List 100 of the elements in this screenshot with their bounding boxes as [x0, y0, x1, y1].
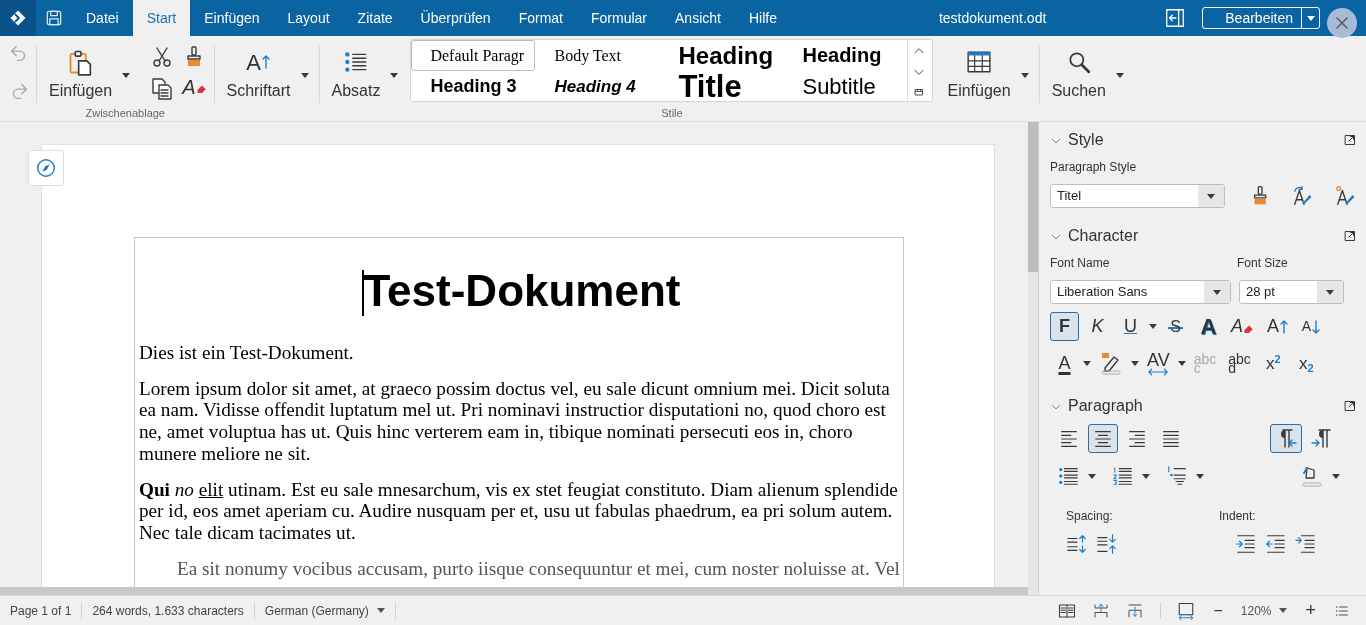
italic-button[interactable]: K [1083, 312, 1112, 341]
caret-icon[interactable] [1196, 473, 1204, 479]
increase-indent-icon[interactable] [1234, 533, 1256, 555]
field-label: Indent: [1219, 508, 1256, 525]
decrease-indent-icon[interactable] [1264, 533, 1286, 555]
superscript-button[interactable]: x$^{2}$ [1258, 349, 1288, 378]
caret-icon[interactable] [1115, 73, 1124, 79]
more-options-icon[interactable] [1344, 230, 1356, 242]
caret-icon[interactable] [122, 73, 131, 79]
horizontal-scrollbar[interactable] [0, 587, 1028, 595]
font-name-dropdown[interactable]: Liberation Sans [1050, 280, 1231, 304]
new-style-icon[interactable] [1333, 184, 1356, 208]
fit-page-icon[interactable] [1177, 601, 1196, 620]
field-label: Font Size [1237, 255, 1288, 272]
paragraph-style-dropdown[interactable]: Titel [1050, 184, 1225, 208]
search-button[interactable]: Suchen [1045, 41, 1112, 103]
grow-font-button[interactable]: A [1263, 312, 1294, 341]
left-to-right-button[interactable] [1270, 424, 1302, 453]
bold-button[interactable]: F [1050, 312, 1079, 341]
menu-tab[interactable]: Zitate [343, 0, 407, 36]
outline-list-icon[interactable] [1166, 465, 1188, 487]
font-button[interactable]: A Schriftart [220, 41, 297, 103]
menu-tab[interactable]: Einfügen [190, 0, 274, 36]
underline-button[interactable]: U [1116, 312, 1145, 341]
table-icon [966, 49, 993, 75]
highlighter-icon [1099, 352, 1123, 377]
style-preset[interactable]: Body Text [535, 40, 660, 71]
save-icon[interactable] [44, 8, 64, 28]
clear-formatting-button[interactable]: A [1227, 312, 1259, 341]
multi-page-view-icon[interactable] [1126, 601, 1145, 620]
style-preset[interactable]: Subtitle [783, 71, 908, 102]
caret-icon[interactable] [1326, 289, 1334, 295]
insert-table-button[interactable]: Einfügen [941, 41, 1017, 103]
caret-icon[interactable] [1332, 474, 1340, 480]
field-label: Paragraph Style [1050, 159, 1138, 176]
edit-mode-button[interactable]: Bearbeiten [1202, 7, 1320, 29]
character-spacing-button[interactable]: AV [1143, 349, 1174, 378]
body-paragraph: Dies ist ein Test-Dokument. [139, 342, 355, 364]
decrease-spacing-icon[interactable] [1096, 533, 1118, 555]
caret-icon[interactable] [1083, 361, 1091, 366]
text-wrap-button[interactable]: abc d [1224, 349, 1255, 378]
increase-spacing-icon[interactable] [1066, 533, 1088, 555]
caret-icon[interactable] [1306, 15, 1315, 21]
style-preset[interactable]: Heading 3 [411, 71, 536, 102]
menu-tab[interactable]: Datei [72, 0, 133, 36]
sidebar-toggle-icon[interactable] [1164, 7, 1187, 29]
menu-tab[interactable]: Ansicht [661, 0, 735, 36]
more-options-icon[interactable] [1344, 400, 1356, 412]
caret-icon[interactable] [1088, 473, 1096, 479]
paragraph-button[interactable]: Absatz [325, 41, 387, 103]
app-logo-icon[interactable] [8, 8, 28, 28]
navigator-button[interactable] [28, 150, 64, 186]
book-view-icon[interactable] [1058, 601, 1077, 620]
vertical-scrollbar[interactable] [1028, 122, 1038, 595]
style-preset[interactable]: Heading [783, 40, 908, 71]
menu-tab[interactable]: Hilfe [734, 0, 791, 36]
shrink-font-button[interactable]: A [1297, 312, 1327, 341]
caret-icon[interactable] [1020, 73, 1029, 79]
bullet-list-icon[interactable] [1058, 465, 1080, 487]
menu-tab[interactable]: Format [504, 0, 577, 36]
align-center-button[interactable] [1088, 424, 1118, 453]
menu-tab[interactable]: Layout [273, 0, 344, 36]
caret-icon[interactable] [376, 608, 385, 613]
background-fill-icon[interactable] [1300, 464, 1324, 488]
paste-button[interactable]: Einfügen [43, 41, 119, 103]
clear-formatting-button[interactable]: A [182, 77, 208, 97]
caret-icon[interactable] [1149, 324, 1157, 329]
hanging-indent-icon[interactable] [1294, 533, 1316, 555]
caret-icon[interactable] [1177, 361, 1186, 366]
font-size-dropdown[interactable]: 28 pt [1239, 280, 1344, 304]
section-title: Style [1068, 130, 1105, 150]
subscript-button[interactable]: x$_{2}$ [1291, 349, 1321, 378]
single-page-view-icon[interactable] [1092, 601, 1111, 620]
caret-icon[interactable] [1213, 289, 1221, 295]
update-style-icon[interactable] [1291, 184, 1314, 208]
caret-icon[interactable] [1142, 473, 1150, 479]
menu-tab[interactable]: Überprüfen [406, 0, 505, 36]
more-options-icon[interactable] [1344, 134, 1356, 146]
font-color-button[interactable]: A [1050, 349, 1079, 378]
style-preset[interactable]: Heading [659, 40, 784, 71]
double-arrow-icon [1147, 367, 1170, 376]
shadow-button[interactable]: A [1194, 312, 1223, 341]
pilcrow-icon [1310, 426, 1334, 451]
zoom-out-button[interactable]: − [1211, 596, 1225, 625]
caret-icon[interactable] [1207, 193, 1215, 199]
style-preset[interactable]: Title [659, 71, 784, 102]
copy-icon[interactable] [150, 77, 175, 101]
caret-icon[interactable] [1131, 361, 1139, 366]
style-preset[interactable]: Default Paragr [411, 40, 536, 71]
caret-icon[interactable] [300, 73, 309, 79]
caret-icon[interactable] [390, 73, 399, 79]
zoom-in-button[interactable]: + [1303, 595, 1318, 625]
menu-tab[interactable]: Start [132, 0, 191, 36]
close-icon[interactable] [1326, 7, 1358, 39]
language-selector[interactable]: German (Germany) [254, 601, 396, 620]
numbered-list-icon[interactable] [1112, 465, 1134, 487]
menu-tab[interactable]: Formular [577, 0, 661, 36]
caret-icon[interactable] [1279, 608, 1288, 613]
zoom-level[interactable]: 120% [1240, 601, 1288, 620]
style-preset[interactable]: Heading 4 [535, 71, 660, 102]
